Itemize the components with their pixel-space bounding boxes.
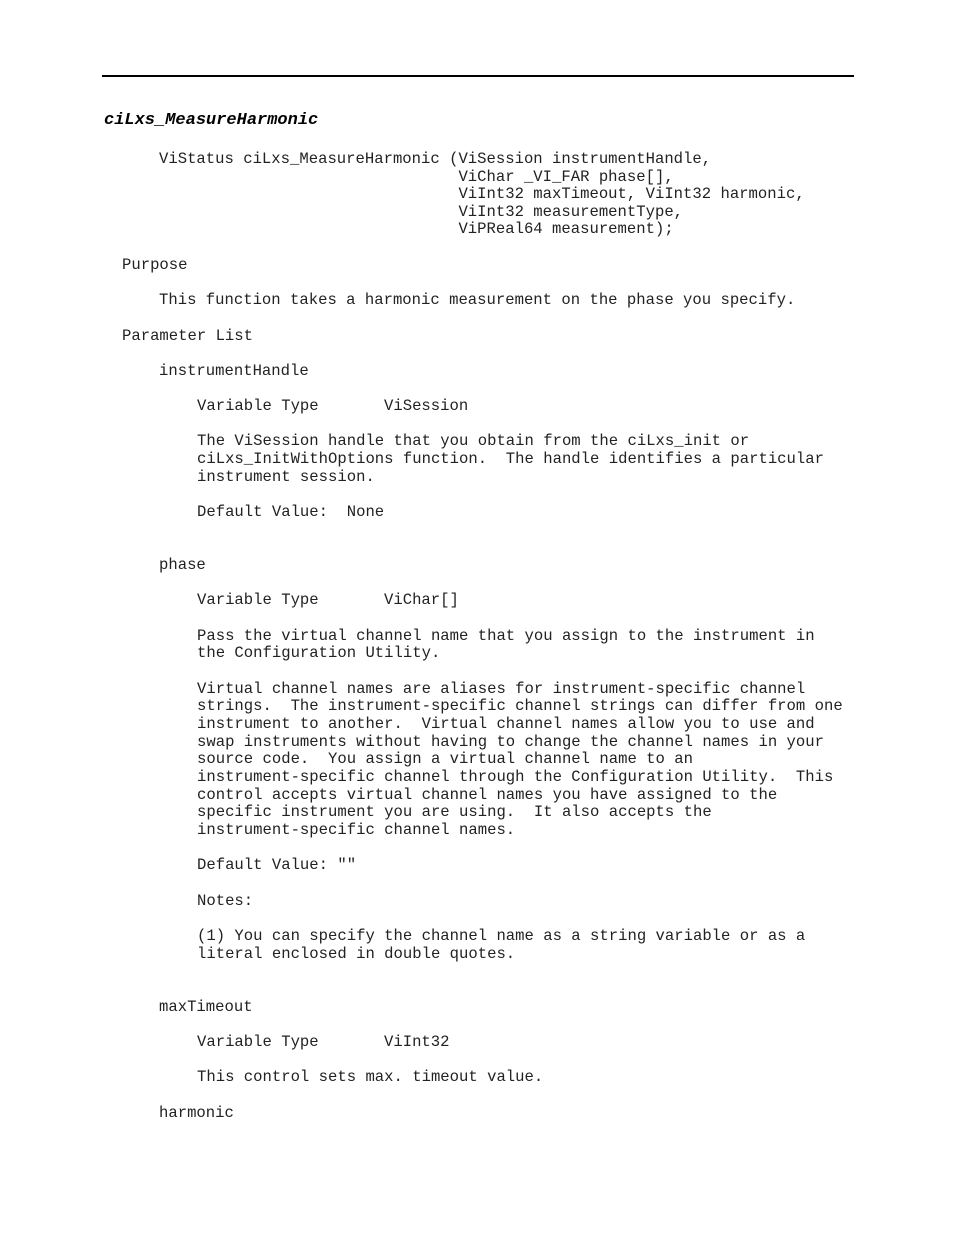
note-text: literal enclosed in double quotes.: [197, 945, 516, 963]
parameter-description: instrument-specific channel names.: [197, 821, 516, 839]
purpose-text: This function takes a harmonic measureme…: [159, 291, 796, 309]
parameter-description: instrument to another. Virtual channel n…: [197, 715, 815, 733]
parameter-description: the Configuration Utility.: [197, 644, 441, 662]
default-value: Default Value: "": [197, 856, 357, 874]
variable-type-label: Variable Type: [197, 591, 319, 609]
header-rule: [102, 75, 854, 77]
prototype-line: ViStatus ciLxs_MeasureHarmonic (ViSessio…: [159, 150, 712, 168]
parameter-description: instrument-specific channel through the …: [197, 768, 834, 786]
parameter-description: swap instruments without having to chang…: [197, 733, 824, 751]
default-value: Default Value: None: [197, 503, 385, 521]
parameter-name: harmonic: [159, 1104, 234, 1122]
parameter-description: Virtual channel names are aliases for in…: [197, 680, 806, 698]
variable-type-value: ViSession: [384, 397, 469, 415]
prototype-line: ViChar _VI_FAR phase[],: [159, 168, 674, 186]
parameter-description: strings. The instrument-specific channel…: [197, 697, 843, 715]
parameter-name: instrumentHandle: [159, 362, 309, 380]
parameter-description: Pass the virtual channel name that you a…: [197, 627, 815, 645]
parameter-name: maxTimeout: [159, 998, 253, 1016]
parameter-name: phase: [159, 556, 206, 574]
note-text: (1) You can specify the channel name as …: [197, 927, 806, 945]
parameter-description: source code. You assign a virtual channe…: [197, 750, 693, 768]
parameter-description: control accepts virtual channel names yo…: [197, 786, 778, 804]
function-title: ciLxs_MeasureHarmonic: [104, 111, 319, 130]
prototype-line: ViPReal64 measurement);: [159, 220, 674, 238]
variable-type-label: Variable Type: [197, 1033, 319, 1051]
parameter-description: ciLxs_InitWithOptions function. The hand…: [197, 450, 824, 468]
variable-type-label: Variable Type: [197, 397, 319, 415]
prototype-line: ViInt32 measurementType,: [159, 203, 684, 221]
variable-type-value: ViInt32: [384, 1033, 450, 1051]
parameter-description: instrument session.: [197, 468, 375, 486]
parameter-list-heading: Parameter List: [122, 327, 254, 345]
parameter-description: The ViSession handle that you obtain fro…: [197, 432, 750, 450]
notes-label: Notes:: [197, 892, 254, 910]
parameter-description: This control sets max. timeout value.: [197, 1068, 544, 1086]
prototype-line: ViInt32 maxTimeout, ViInt32 harmonic,: [159, 185, 805, 203]
parameter-description: specific instrument you are using. It al…: [197, 803, 712, 821]
variable-type-value: ViChar[]: [384, 591, 459, 609]
purpose-heading: Purpose: [122, 256, 188, 274]
